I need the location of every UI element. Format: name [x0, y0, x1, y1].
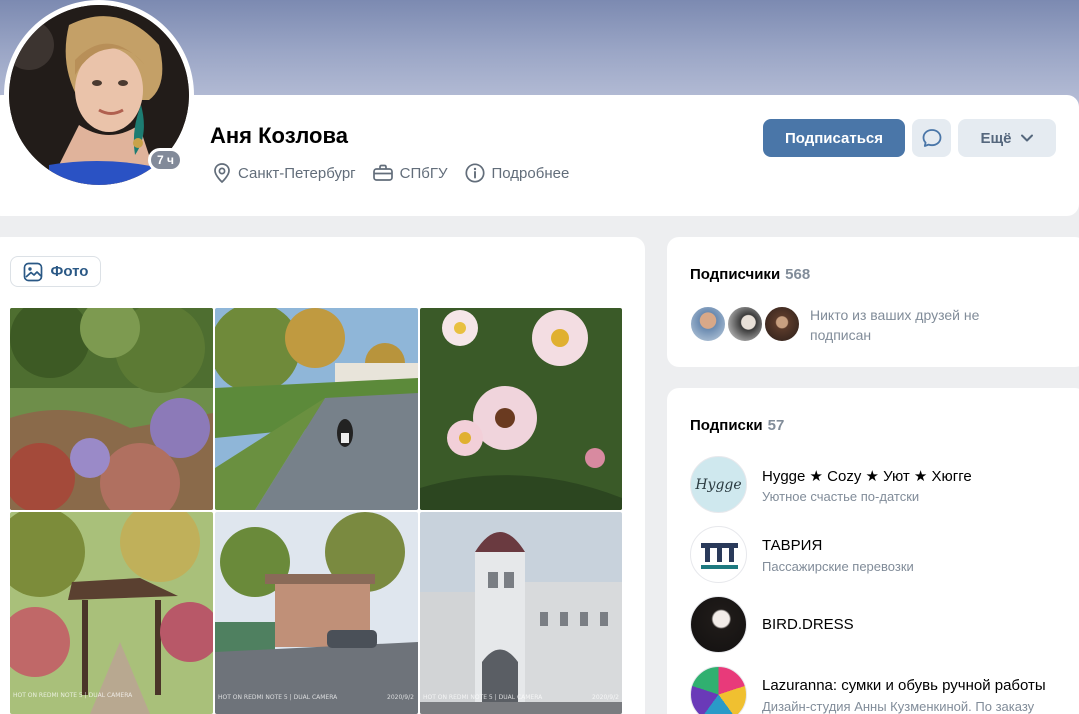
photo-thumbnail[interactable]: HOT ON REDMI NOTE 5 | DUAL CAMERA 2020/9…	[215, 512, 418, 714]
photo-stamp: HOT ON REDMI NOTE 5 | DUAL CAMERA	[423, 694, 543, 701]
photo-thumbnail[interactable]: HOT ON REDMI NOTE 5 | DUAL CAMERA 2020/9…	[420, 512, 622, 714]
lazuranna-logo	[690, 666, 747, 714]
follower-avatar[interactable]	[763, 305, 801, 343]
subscription-desc: Пассажирские перевозки	[762, 559, 914, 574]
followers-title[interactable]: Подписчики 568	[690, 266, 810, 283]
subscriptions-count: 57	[767, 417, 785, 434]
university-label: СПбГУ	[399, 164, 448, 182]
city-label: Санкт-Петербург	[238, 164, 356, 182]
photo-thumbnail[interactable]	[215, 308, 418, 510]
subscription-item[interactable]: ТАВРИЯ Пассажирские перевозки	[690, 526, 1070, 584]
subscription-name: BIRD.DRESS	[762, 616, 854, 633]
message-bubble-icon	[922, 129, 941, 147]
info-circle-icon	[464, 163, 485, 183]
followers-card	[667, 237, 1079, 367]
subscription-name: ТАВРИЯ	[762, 537, 823, 554]
profile-name: Аня Козлова	[210, 123, 348, 148]
subscriptions-title-label: Подписки	[690, 417, 763, 434]
photo-date-stamp: 2020/9/2	[592, 694, 619, 701]
followers-title-label: Подписчики	[690, 266, 781, 283]
tavria-logo	[690, 526, 747, 583]
subscription-item[interactable]: Lazuranna: сумки и обувь ручной работы Д…	[690, 666, 1070, 714]
photos-tab[interactable]: Фото	[10, 256, 101, 287]
subscription-name: Lazuranna: сумки и обувь ручной работы	[762, 677, 1046, 694]
location-pin-icon	[214, 163, 230, 184]
subscription-item[interactable]: Hygge Hygge ★ Cozy ★ Уют ★ Хюгге Уютное …	[690, 456, 1070, 514]
photo-thumbnail[interactable]	[420, 308, 622, 510]
tavria-logo-icon	[701, 543, 738, 569]
followers-count: 568	[785, 266, 811, 283]
profile-info-row: Санкт-Петербург СПбГУ Подробнее	[212, 162, 585, 184]
more-button[interactable]: Ещё	[958, 119, 1056, 157]
image-icon	[23, 262, 42, 281]
briefcase-icon	[372, 164, 393, 181]
subscription-name: Hygge ★ Cozy ★ Уют ★ Хюгге	[762, 468, 972, 485]
subscriptions-title[interactable]: Подписки 57	[690, 417, 784, 434]
hygge-logo-text: Hygge	[695, 476, 742, 493]
photo-date-stamp: 2020/9/2	[387, 694, 414, 701]
city-info[interactable]: Санкт-Петербург	[212, 162, 356, 184]
photo-stamp: HOT ON REDMI NOTE 5 | DUAL CAMERA	[13, 692, 133, 699]
photo-stamp: HOT ON REDMI NOTE 5 | DUAL CAMERA	[218, 694, 338, 701]
university-info[interactable]: СПбГУ	[372, 163, 448, 183]
friends-note: Никто из ваших друзей не подписан	[810, 307, 980, 343]
message-button[interactable]	[912, 119, 951, 157]
follower-avatar[interactable]	[726, 305, 764, 343]
online-status-badge: 7 ч	[148, 148, 183, 172]
details-label: Подробнее	[491, 164, 570, 182]
photo-grid: HOT ON REDMI NOTE 5 | DUAL CAMERA HOT ON…	[10, 308, 622, 714]
chevron-down-icon	[1020, 134, 1033, 142]
subscription-item[interactable]: BIRD.DRESS	[690, 596, 1070, 654]
subscription-desc: Дизайн-студия Анны Кузменкиной. По заказ…	[762, 699, 1035, 714]
hygge-logo: Hygge	[690, 456, 747, 513]
follower-avatar[interactable]	[689, 305, 727, 343]
photos-tab-label: Фото	[50, 263, 89, 280]
subscription-desc: Уютное счастье по-датски	[762, 489, 920, 504]
details-link[interactable]: Подробнее	[464, 162, 570, 184]
subscribe-button[interactable]: Подписаться	[763, 119, 905, 157]
photo-thumbnail[interactable]	[10, 308, 213, 510]
photo-thumbnail[interactable]: HOT ON REDMI NOTE 5 | DUAL CAMERA	[10, 512, 213, 714]
bird-dress-logo	[690, 596, 747, 653]
more-button-label: Ещё	[980, 129, 1012, 147]
